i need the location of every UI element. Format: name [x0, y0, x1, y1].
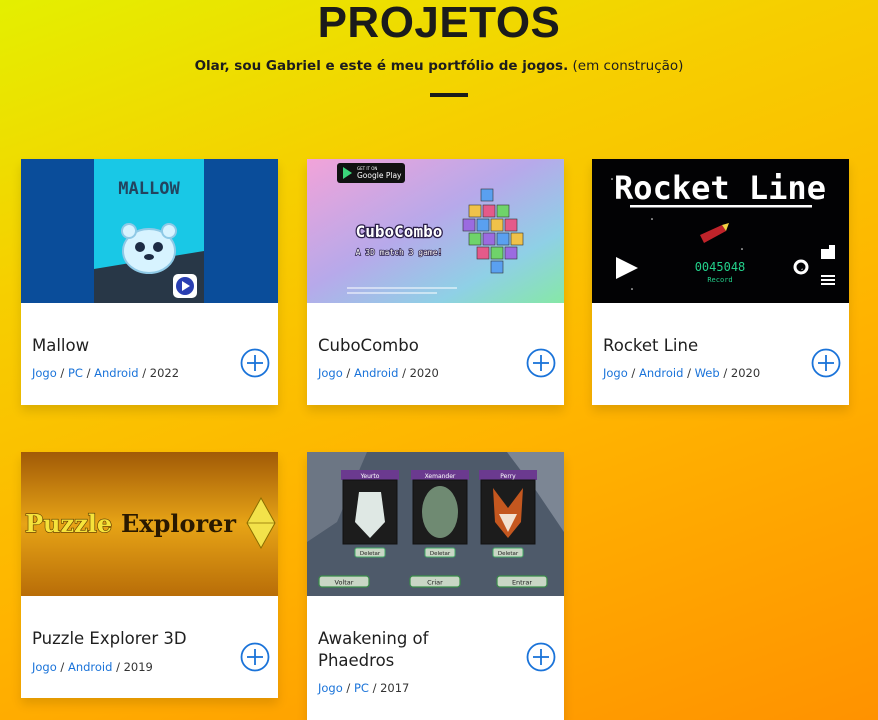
slot-name: Perry — [500, 473, 516, 480]
project-title: Rocket Line — [603, 336, 699, 355]
project-year: 2020 — [730, 366, 761, 380]
tag-link[interactable]: Jogo — [603, 366, 628, 380]
plus-circle-icon[interactable] — [526, 642, 556, 672]
project-thumbnail[interactable]: MALLOW — [21, 159, 278, 303]
tag-link[interactable]: Web — [695, 366, 720, 380]
project-title: Mallow — [32, 336, 90, 355]
plus-circle-icon[interactable] — [526, 348, 556, 378]
project-year: 2020 — [409, 366, 439, 380]
puzzle-logo-text-a: Puzzle — [25, 509, 112, 538]
slot-delete: Deletar — [498, 551, 519, 557]
game-button-label: Criar — [427, 579, 443, 587]
tag-link[interactable]: Jogo — [32, 660, 57, 674]
tag-link[interactable]: Android — [354, 366, 398, 380]
tag-link[interactable]: PC — [68, 366, 83, 380]
title-divider — [430, 93, 468, 97]
store-badge-text: Google Play — [357, 171, 402, 180]
page-subtitle: Olar, sou Gabriel e este é meu portfólio… — [0, 58, 878, 74]
project-title: Puzzle Explorer 3D — [32, 629, 187, 648]
rocket-line-logo-text: Rocket Line — [614, 169, 826, 207]
slot-delete: Deletar — [360, 551, 381, 557]
puzzle-logo-text-b: Explorer — [121, 509, 236, 538]
tag-link[interactable]: PC — [354, 681, 369, 695]
project-title: CuboCombo — [318, 336, 419, 355]
rocket-score-label: Record — [707, 276, 732, 284]
project-year: 2017 — [380, 681, 410, 695]
project-title: Awakening of Phaedros — [318, 629, 429, 670]
cubocombo-logo-text: CuboCombo — [356, 222, 443, 241]
project-card-cubocombo[interactable]: GET IT ON Google Play CuboCombo A 3D mat… — [307, 159, 564, 405]
tag-link[interactable]: Android — [68, 660, 112, 674]
project-card-puzzle-explorer[interactable]: Puzzle Explorer Puzzle Explorer 3D Jogo … — [21, 452, 278, 698]
project-thumbnail[interactable]: Rocket Line 0045048 Record — [592, 159, 849, 303]
project-thumbnail[interactable]: GET IT ON Google Play CuboCombo A 3D mat… — [307, 159, 564, 303]
subtitle-bold: Olar, sou Gabriel e este é meu portfólio… — [194, 58, 569, 74]
rocket-score: 0045048 — [695, 260, 746, 274]
project-card-mallow[interactable]: MALLOW Mallow Jogo / PC / Android / 2022 — [21, 159, 278, 405]
cubocombo-subtitle: A 3D match 3 game! — [356, 248, 443, 257]
project-year: 2022 — [149, 366, 180, 380]
tag-link[interactable]: Android — [94, 366, 138, 380]
project-meta: Jogo / PC / Android / 2022 — [32, 366, 180, 380]
project-meta: Jogo / PC / 2017 — [318, 681, 410, 695]
project-thumbnail[interactable]: Puzzle Explorer — [21, 452, 278, 596]
page-title: PROJETOS — [317, 0, 561, 47]
project-meta: Jogo / Android / Web / 2020 — [603, 366, 761, 380]
project-year: 2019 — [123, 660, 153, 674]
project-thumbnail[interactable]: Yeurto Deletar Xemander Deletar Perry De… — [307, 452, 564, 596]
game-button-label: Voltar — [335, 579, 354, 587]
plus-circle-icon[interactable] — [811, 348, 841, 378]
subtitle-note: (em construção) — [572, 58, 684, 74]
project-meta: Jogo / Android / 2019 — [32, 660, 153, 674]
slot-name: Yeurto — [360, 473, 380, 480]
mallow-logo-text: MALLOW — [118, 179, 180, 199]
tag-link[interactable]: Android — [639, 366, 683, 380]
project-card-rocket-line[interactable]: Rocket Line 0045048 Record Rocket Line J… — [592, 159, 849, 405]
tag-link[interactable]: Jogo — [318, 366, 343, 380]
tag-link[interactable]: Jogo — [32, 366, 57, 380]
plus-circle-icon[interactable] — [240, 642, 270, 672]
plus-circle-icon[interactable] — [240, 348, 270, 378]
slot-name: Xemander — [425, 473, 456, 480]
tag-link[interactable]: Jogo — [318, 681, 343, 695]
project-card-awakening-of-phaedros[interactable]: Yeurto Deletar Xemander Deletar Perry De… — [307, 452, 564, 720]
game-button-label: Entrar — [512, 579, 532, 587]
project-meta: Jogo / Android / 2020 — [318, 366, 439, 380]
slot-delete: Deletar — [430, 551, 451, 557]
